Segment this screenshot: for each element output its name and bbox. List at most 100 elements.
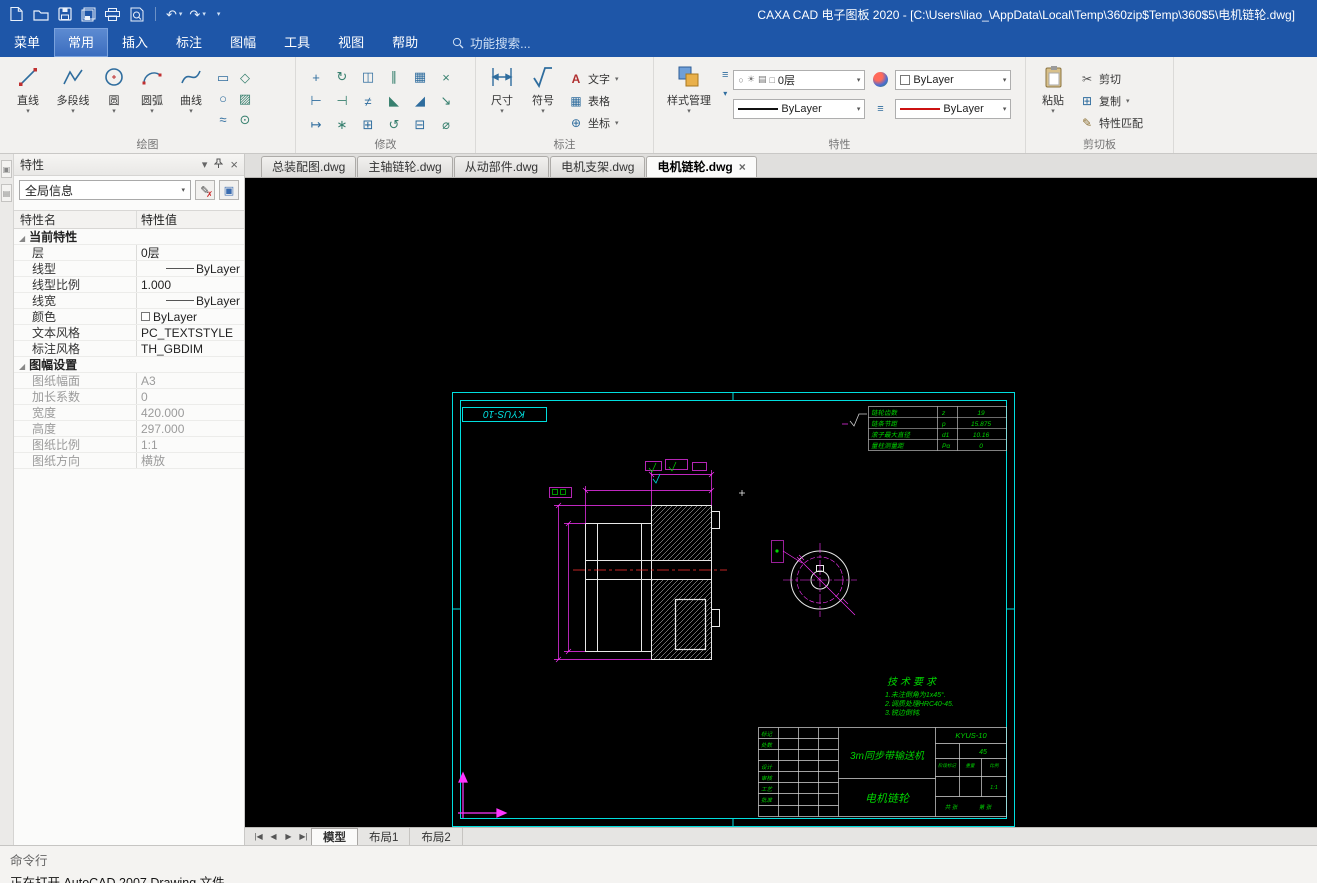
save-icon[interactable] — [56, 6, 73, 23]
symbol-button[interactable]: 符号 ▾ — [524, 63, 562, 115]
close-tab-icon[interactable]: × — [739, 157, 746, 177]
tab-layout1[interactable]: 布局1 — [358, 828, 411, 845]
prop-value[interactable]: ByLayer — [136, 261, 244, 276]
first-layout-icon[interactable]: |◀ — [251, 828, 266, 845]
erase-icon[interactable]: × — [433, 65, 459, 89]
pin-icon[interactable] — [214, 158, 224, 172]
prop-value[interactable]: ByLayer — [136, 293, 244, 308]
table-tool-button[interactable]: ▦ 表格 — [569, 93, 619, 109]
rotate-icon[interactable]: ↻ — [329, 65, 355, 89]
layer-list-icon[interactable]: ≡ — [722, 69, 728, 81]
tab-sheet[interactable]: 图幅 — [216, 28, 270, 57]
prop-value[interactable]: PC_TEXTSTYLE — [136, 325, 244, 340]
group-row-sheet[interactable]: ◢ 图幅设置 — [14, 357, 244, 373]
tab-tools[interactable]: 工具 — [270, 28, 324, 57]
menu-button[interactable]: 菜单 — [0, 28, 54, 57]
prop-value[interactable]: ByLayer — [136, 309, 244, 324]
ellipse-icon[interactable]: ○ — [212, 88, 234, 109]
command-panel[interactable]: 命令行 正在打开 AutoCAD 2007 Drawing 文件 — [0, 845, 1317, 883]
arc-tool-button[interactable]: 圆弧 ▾ — [134, 63, 170, 115]
properties-more-icon[interactable]: ▾ — [722, 89, 728, 98]
move-icon[interactable]: + — [303, 65, 329, 89]
dimension-button[interactable]: 尺寸 ▾ — [483, 63, 521, 115]
prop-value[interactable]: TH_GBDIM — [136, 341, 244, 356]
redo-dropdown-icon[interactable]: ▾ — [202, 10, 206, 18]
pick-object-button[interactable]: ✎ ✗ — [195, 180, 215, 200]
circle-tool-button[interactable]: 圆 ▾ — [97, 63, 131, 115]
next-layout-icon[interactable]: ▶ — [281, 828, 296, 845]
curve-icon[interactable]: ≈ — [212, 109, 234, 130]
break-icon[interactable]: ≠ — [355, 89, 381, 113]
undo-icon[interactable]: ↶ — [166, 6, 177, 23]
prop-value[interactable]: 1.000 — [136, 277, 244, 292]
mirror-v-icon[interactable]: ⊟ — [407, 113, 433, 137]
tab-help[interactable]: 帮助 — [378, 28, 432, 57]
panel-menu-icon[interactable]: ▾ — [202, 158, 208, 171]
color-select[interactable]: ByLayer ▾ — [895, 69, 1012, 90]
style-manager-button[interactable]: 样式管理 ▾ — [661, 63, 717, 115]
open-file-icon[interactable] — [32, 6, 49, 23]
array-icon[interactable]: ▦ — [407, 65, 433, 89]
print-icon[interactable] — [104, 6, 121, 23]
trim-icon[interactable]: ⊣ — [329, 89, 355, 113]
chamfer-icon[interactable]: ◣ — [381, 89, 407, 113]
stretch-icon[interactable]: ↦ — [303, 113, 329, 137]
lineweight-select[interactable]: ByLayer ▾ — [895, 98, 1012, 119]
cut-button[interactable]: ✂ 剪切 — [1080, 71, 1143, 87]
color-ball-icon[interactable] — [872, 72, 888, 87]
text-tool-button[interactable]: A 文字 ▾ — [569, 71, 619, 87]
tab-insert[interactable]: 插入 — [108, 28, 162, 57]
mirror-icon[interactable]: ◫ — [355, 65, 381, 89]
tab-annotate[interactable]: 标注 — [162, 28, 216, 57]
polygon-icon[interactable]: ◇ — [234, 67, 256, 88]
ribbon-group-annotate: 尺寸 ▾ 符号 ▾ A 文字 ▾ ▦ 表格 ⊕ 坐标 ▾ 标注 — [476, 57, 654, 153]
close-panel-icon[interactable]: × — [230, 157, 238, 172]
match-properties-button[interactable]: ✎ 特性匹配 — [1080, 115, 1143, 131]
layer-select[interactable]: ○ ☀ ▤ □ 0层 ▾ — [733, 69, 866, 90]
select-filter-button[interactable]: ▣ — [219, 180, 239, 200]
doc-tab-motor-sprocket[interactable]: 电机链轮.dwg × — [646, 156, 757, 177]
line-tool-button[interactable]: 直线 ▾ — [7, 63, 49, 115]
save-all-icon[interactable] — [80, 6, 97, 23]
offset-icon[interactable]: ∥ — [381, 65, 407, 89]
redo-icon[interactable]: ↷ — [189, 6, 200, 23]
diameter-icon[interactable]: ⌀ — [433, 113, 459, 137]
function-search[interactable]: 功能搜索... — [452, 33, 531, 52]
linetype-select[interactable]: ByLayer ▾ — [733, 98, 866, 119]
paste-button[interactable]: 粘贴 ▾ — [1033, 63, 1073, 115]
extend-icon[interactable]: ⊢ — [303, 89, 329, 113]
tab-home[interactable]: 常用 — [54, 28, 109, 57]
fillet-icon[interactable]: ◢ — [407, 89, 433, 113]
explode-icon[interactable]: ∗ — [329, 113, 355, 137]
spline-tool-button[interactable]: 曲线 ▾ — [173, 63, 209, 115]
rotate-ccw-icon[interactable]: ↺ — [381, 113, 407, 137]
group-row-current[interactable]: ◢ 当前特性 — [14, 229, 244, 245]
rectangle-icon[interactable]: ▭ — [212, 67, 234, 88]
scope-select[interactable]: 全局信息 ▾ — [19, 180, 191, 200]
prev-layout-icon[interactable]: ◀ — [266, 828, 281, 845]
side-tab-properties-icon[interactable]: ▣ — [1, 160, 12, 178]
tab-model[interactable]: 模型 — [311, 828, 358, 845]
point-icon[interactable]: ⊙ — [234, 109, 256, 130]
scale-icon[interactable]: ↘ — [433, 89, 459, 113]
prop-value[interactable]: 0层 — [136, 245, 244, 260]
coordinate-tool-button[interactable]: ⊕ 坐标 ▾ — [569, 115, 619, 131]
doc-tab-spindle-sprocket[interactable]: 主轴链轮.dwg — [357, 156, 453, 177]
copy-icon[interactable]: ⊞ — [355, 113, 381, 137]
doc-tab-motor-bracket[interactable]: 电机支架.dwg — [550, 156, 646, 177]
new-file-icon[interactable] — [8, 6, 25, 23]
tab-view[interactable]: 视图 — [324, 28, 378, 57]
side-tab-library-icon[interactable]: ▤ — [1, 184, 12, 202]
undo-dropdown-icon[interactable]: ▾ — [179, 10, 183, 18]
print-preview-icon[interactable] — [128, 6, 145, 23]
doc-tab-assembly[interactable]: 总装配图.dwg — [261, 156, 357, 177]
doc-tab-driven-parts[interactable]: 从动部件.dwg — [453, 156, 550, 177]
svg-text:2.调质处理HRC40-45.: 2.调质处理HRC40-45. — [884, 700, 954, 708]
polyline-tool-button[interactable]: 多段线 ▾ — [52, 63, 94, 115]
last-layout-icon[interactable]: ▶| — [296, 828, 311, 845]
tab-layout2[interactable]: 布局2 — [410, 828, 463, 845]
hatch-icon[interactable]: ▨ — [234, 88, 256, 109]
lineweight-list-icon[interactable]: ≡ — [877, 103, 883, 115]
copy-button[interactable]: ⊞ 复制 ▾ — [1080, 93, 1143, 109]
drawing-canvas[interactable]: KYUS-10 链轮齿数 z 19 链条节距 p 15.875 滚子最大直径 d… — [245, 178, 1317, 827]
